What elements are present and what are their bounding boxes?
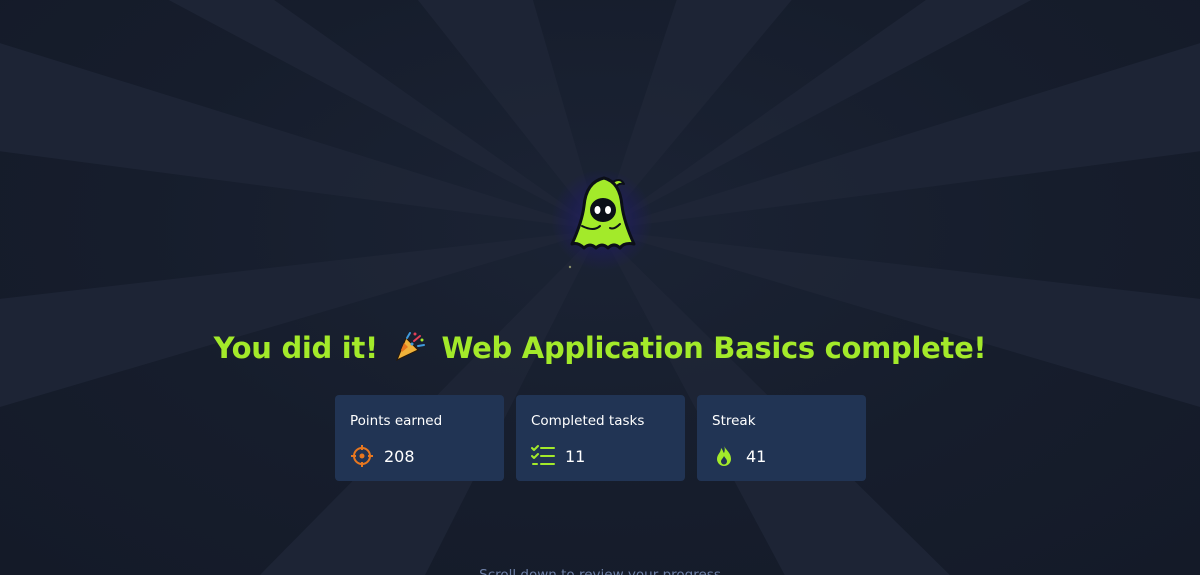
stats-row: Points earned 208 Completed tasks 11 Str… [335,395,866,481]
stat-value-completed-tasks: 11 [565,446,586,466]
stat-card-completed-tasks: Completed tasks 11 [516,395,685,481]
mascot [540,160,670,290]
stat-value-points: 208 [384,446,415,466]
scroll-hint: Scroll down to review your progress [479,567,721,575]
headline-suffix: Web Application Basics complete! [441,331,987,365]
stat-card-streak: Streak 41 [697,395,866,481]
completion-screen: You did it! Web Application Basics compl… [0,0,1200,575]
checklist-icon [531,445,555,465]
party-popper-icon [395,332,425,362]
stat-label-points: Points earned [350,413,443,429]
crosshair-target-icon [351,445,373,467]
stat-card-points: Points earned 208 [335,395,504,481]
stat-label-completed-tasks: Completed tasks [531,413,645,429]
completion-headline: You did it! Web Application Basics compl… [0,330,1200,365]
flame-icon [717,445,731,466]
headline-prefix: You did it! [213,331,379,365]
stat-value-streak: 41 [746,446,767,466]
hooded-ghost-mascot-icon [568,176,636,269]
stat-label-streak: Streak [712,413,756,429]
